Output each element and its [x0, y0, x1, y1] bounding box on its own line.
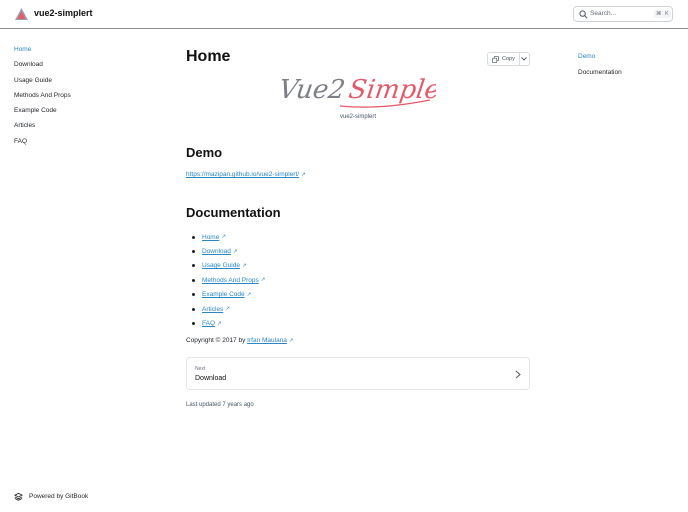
- page-outline: Demo Documentation: [578, 52, 678, 84]
- doc-link-example-code[interactable]: Example Code: [202, 291, 245, 298]
- next-label: Next: [195, 366, 206, 372]
- doc-link-faq[interactable]: FAQ: [202, 320, 215, 327]
- banner-word-vue2: Vue2: [280, 75, 347, 105]
- copy-button[interactable]: Copy: [488, 53, 520, 65]
- vue2-simplert-banner-image: Vue2Simplert: [280, 75, 436, 108]
- demo-link[interactable]: https://mazipan.github.io/vue2-simplert/: [186, 171, 299, 178]
- toc-item-demo[interactable]: Demo: [578, 52, 678, 68]
- external-link-icon: ↗: [301, 172, 306, 178]
- doc-link-articles[interactable]: Articles: [202, 306, 223, 313]
- external-link-icon: ↗: [241, 262, 247, 269]
- list-item: Articles ↗: [192, 302, 265, 316]
- list-item: FAQ ↗: [192, 316, 265, 330]
- external-link-icon: ↗: [217, 320, 222, 327]
- search-placeholder: Search...: [590, 10, 617, 17]
- copy-page-control: Copy: [487, 52, 530, 66]
- copyright-prefix: Copyright © 2017 by: [186, 337, 248, 344]
- next-page-card[interactable]: Next Download: [186, 357, 530, 390]
- external-link-icon: ↗: [246, 291, 252, 298]
- documentation-list: Home ↗ Download ↗ Usage Guide ↗ Methods And…: [192, 230, 265, 331]
- banner-caption: vue2-simplert: [339, 114, 376, 120]
- external-link-icon: ↗: [232, 248, 238, 255]
- sidebar-item-home[interactable]: Home: [14, 45, 164, 60]
- toc-item-documentation[interactable]: Documentation: [578, 68, 678, 84]
- list-item: Download ↗: [192, 244, 265, 258]
- documentation-heading: Documentation: [186, 205, 281, 220]
- powered-by-gitbook-link[interactable]: Powered by GitBook: [14, 492, 88, 501]
- external-link-icon: ↗: [225, 306, 230, 313]
- gitbook-icon: [14, 492, 23, 501]
- next-page-title: Download: [195, 375, 227, 382]
- shortcut-k-key: K: [663, 10, 671, 18]
- author-link[interactable]: Irfan Maulana: [247, 337, 287, 344]
- doc-link-download[interactable]: Download: [202, 248, 231, 255]
- list-item: Example Code ↗: [192, 288, 265, 302]
- external-link-icon: ↗: [221, 234, 226, 241]
- external-link-icon: ↗: [288, 338, 294, 344]
- doc-link-home[interactable]: Home: [202, 234, 219, 241]
- search-icon: [579, 10, 588, 19]
- top-bar: vue2-simplert Search... ⌘ K: [0, 0, 688, 29]
- doc-link-usage-guide[interactable]: Usage Guide: [202, 262, 240, 269]
- banner-logo-text: Vue2Simplert: [280, 75, 436, 105]
- copy-label: Copy: [502, 56, 515, 62]
- list-item: Home ↗: [192, 230, 265, 244]
- powered-by-label: Powered by GitBook: [29, 493, 89, 500]
- copy-options-button[interactable]: [520, 53, 529, 65]
- sidebar-item-download[interactable]: Download: [14, 60, 164, 75]
- copyright-text: Copyright © 2017 by Irfan Maulana ↗: [186, 337, 294, 344]
- demo-heading: Demo: [186, 145, 223, 160]
- banner-word-simplert: Simplert: [347, 75, 436, 105]
- sidebar-item-methods-and-props[interactable]: Methods And Props: [14, 91, 164, 106]
- triangle-logo-icon[interactable]: [14, 7, 29, 21]
- sidebar-item-articles[interactable]: Articles: [14, 121, 164, 136]
- list-item: Usage Guide ↗: [192, 259, 265, 273]
- chevron-right-icon: [515, 370, 521, 379]
- sidebar-nav: Home Download Usage Guide Methods And Pr…: [14, 45, 164, 152]
- demo-paragraph: https://mazipan.github.io/vue2-simplert/…: [186, 171, 306, 178]
- search-input[interactable]: Search... ⌘ K: [573, 6, 673, 22]
- sidebar-item-usage-guide[interactable]: Usage Guide: [14, 76, 164, 91]
- chevron-down-icon: [521, 57, 528, 61]
- copy-icon: [492, 55, 499, 63]
- page-title: Home: [186, 48, 231, 65]
- last-updated-text: Last updated 7 years ago: [186, 402, 254, 408]
- doc-link-methods-and-props[interactable]: Methods And Props: [202, 277, 259, 284]
- external-link-icon: ↗: [260, 277, 266, 284]
- sidebar-item-faq[interactable]: FAQ: [14, 137, 164, 152]
- list-item: Methods And Props ↗: [192, 273, 265, 287]
- sidebar-item-example-code[interactable]: Example Code: [14, 106, 164, 121]
- site-title[interactable]: vue2-simplert: [34, 8, 93, 18]
